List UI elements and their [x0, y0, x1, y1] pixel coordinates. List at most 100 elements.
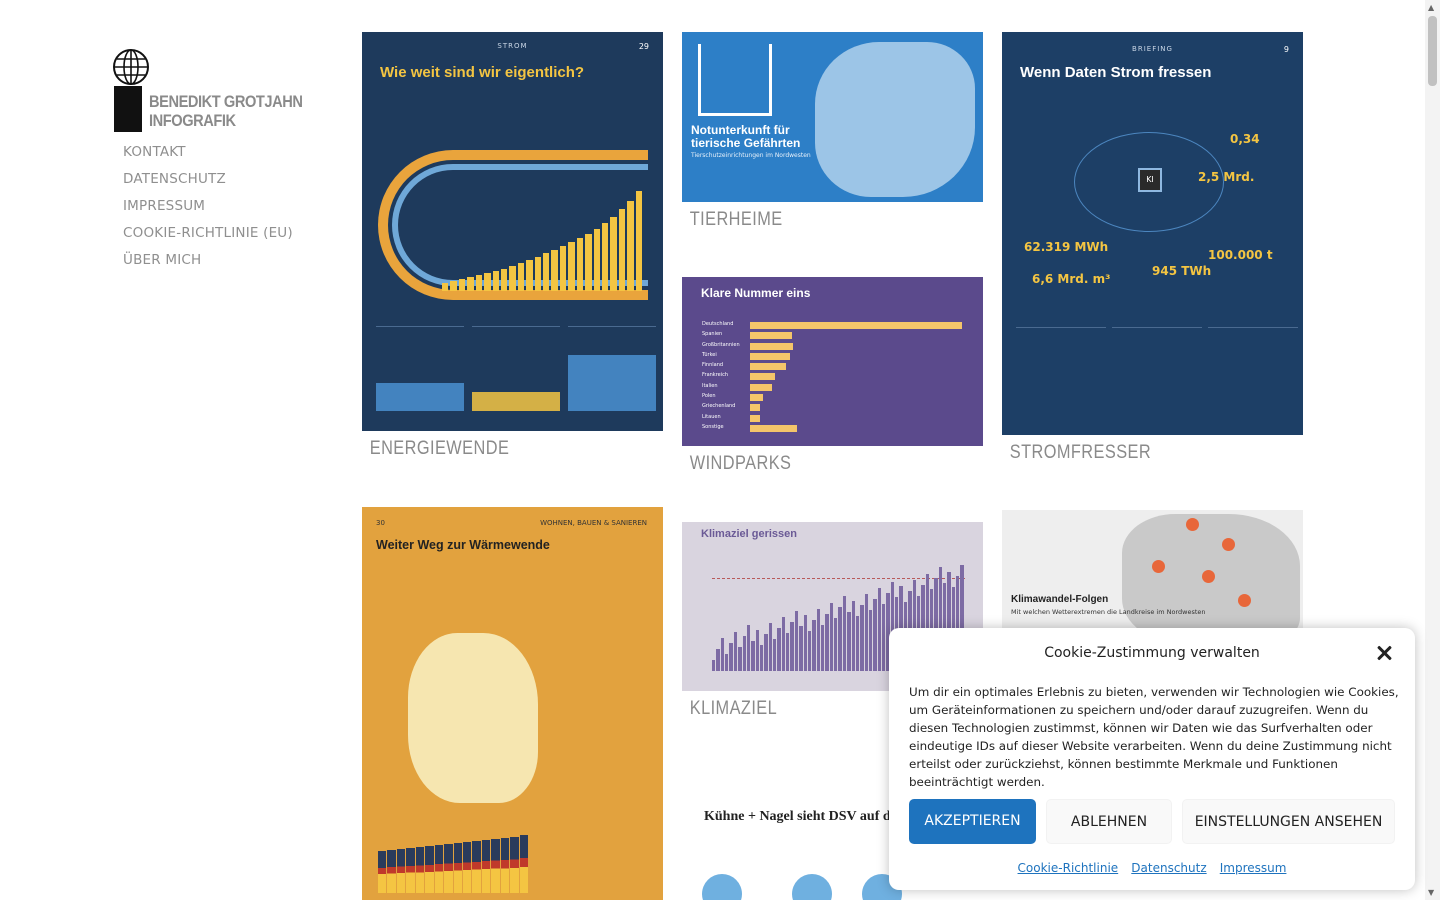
chart-bar — [877, 588, 882, 671]
chart-bar — [834, 618, 838, 671]
chart-bar — [751, 640, 755, 671]
tile-thumbnail[interactable]: Klare Nummer eins Deutschland Spanien Groß… — [682, 277, 983, 446]
chart-row: Italien — [702, 383, 964, 393]
chart-bar — [860, 605, 864, 671]
tile-thumbnail[interactable]: 30 WOHNEN, BAUEN & SANIEREN Weiter Weg z… — [362, 507, 663, 900]
scroll-up-icon[interactable]: ▲ — [1428, 3, 1434, 12]
chart-bar — [781, 617, 786, 671]
tile-caption[interactable]: TIERHEIME — [682, 209, 941, 231]
thumb-bar-chart — [378, 833, 528, 893]
thumb-bar-chart: Deutschland Spanien Großbritannien Türkei Fi… — [702, 321, 964, 434]
tile-thumbnail[interactable]: Notunterkunft für tierische Gefährten Ti… — [682, 32, 983, 202]
accept-button[interactable]: AKZEPTIEREN — [909, 799, 1036, 844]
thumb-mini-chart — [1208, 327, 1298, 423]
chart-row: Litauen — [702, 414, 964, 424]
chart-bar — [873, 599, 877, 671]
tile-caption[interactable]: ENERGIEWENDE — [362, 438, 621, 460]
chart-bar — [777, 628, 781, 671]
thumb-page-number: 30 — [376, 519, 385, 527]
nav-impressum[interactable]: IMPRESSUM — [123, 198, 293, 225]
thumb-bubble — [792, 874, 832, 900]
tile-thumbnail[interactable]: BRIEFING 9 Wenn Daten Strom fressen KI 0… — [1002, 32, 1303, 435]
logo-text-line1: BENEDIKT GROTJAHN — [149, 92, 303, 111]
cookie-consent-dialog: Cookie-Zustimmung verwalten Um dir ein o… — [889, 628, 1415, 890]
thumb-title: Klare Nummer eins — [701, 286, 811, 300]
chart-bar — [750, 363, 787, 371]
chart-row: Griechenland — [702, 403, 964, 413]
thumb-mini-chart — [1016, 327, 1106, 423]
chip-icon: KI — [1138, 168, 1162, 192]
chart-bar — [829, 602, 834, 671]
logo-text: BENEDIKT GROTJAHN INFOGRAFIK — [149, 92, 303, 130]
tile-caption[interactable]: STROMFRESSER — [1002, 442, 1261, 464]
thumb-mini-chart — [568, 326, 656, 421]
scrollbar-thumb[interactable] — [1428, 16, 1437, 86]
chart-bar — [750, 373, 776, 381]
house-icon — [698, 44, 772, 116]
link-impressum[interactable]: Impressum — [1220, 861, 1287, 875]
cookie-dialog-text: Um dir ein optimales Erlebnis zu bieten,… — [909, 685, 1399, 789]
thumb-section-label: BRIEFING — [1132, 45, 1173, 53]
link-cookie-richtlinie[interactable]: Cookie-Richtlinie — [1018, 861, 1119, 875]
thumb-stat: 62.319 MWh — [1024, 240, 1109, 254]
chart-bar — [750, 394, 764, 402]
chart-bar — [825, 613, 829, 671]
close-icon[interactable] — [1373, 642, 1395, 664]
chart-row: Frankreich — [702, 372, 964, 382]
thumb-stat: 0,34 — [1230, 132, 1260, 146]
chart-bar — [746, 625, 751, 671]
portfolio-tile-windparks[interactable]: Klare Nummer eins Deutschland Spanien Groß… — [682, 277, 983, 475]
nav-kontakt[interactable]: KONTAKT — [123, 144, 293, 171]
thumb-bar-chart — [442, 191, 643, 291]
link-datenschutz[interactable]: Datenschutz — [1131, 861, 1206, 875]
tile-thumbnail[interactable]: STROM 29 Wie weit sind wir eigentlich? — [362, 32, 663, 431]
globe-icon — [113, 49, 149, 85]
map-marker-icon — [1202, 570, 1215, 583]
scroll-down-icon[interactable]: ▼ — [1428, 888, 1434, 897]
chart-bar — [790, 621, 794, 671]
chart-bar — [712, 660, 716, 671]
thumb-mini-chart — [376, 326, 464, 421]
nav-datenschutz[interactable]: DATENSCHUTZ — [123, 171, 293, 198]
thumb-subtitle: Mit welchen Wetterextremen die Landkreis… — [1011, 608, 1206, 616]
chart-bar — [725, 653, 729, 671]
cookie-dialog-title: Cookie-Zustimmung verwalten — [1044, 645, 1260, 661]
chart-bar — [882, 603, 886, 671]
thumb-page-number: 9 — [1283, 45, 1289, 54]
chart-bar — [847, 611, 851, 671]
thumb-section-label: WOHNEN, BAUEN & SANIEREN — [540, 519, 647, 527]
thumb-title: Wenn Daten Strom fressen — [1020, 64, 1212, 81]
page-scrollbar[interactable]: ▲ ▼ — [1425, 0, 1440, 900]
chart-row-label: Sonstige — [702, 423, 724, 430]
main-nav: KONTAKT DATENSCHUTZ IMPRESSUM COOKIE-RIC… — [123, 144, 293, 279]
portfolio-tile-energiewende[interactable]: STROM 29 Wie weit sind wir eigentlich? E… — [362, 32, 663, 460]
thumb-mini-chart — [1112, 327, 1202, 423]
thumb-stat: 2,5 Mrd. — [1198, 170, 1255, 184]
chart-bar — [816, 608, 820, 671]
chart-bar — [855, 616, 860, 671]
thumb-title: Wie weit sind wir eigentlich? — [380, 64, 585, 81]
chart-bar — [842, 596, 847, 671]
cookie-dialog-links: Cookie-Richtlinie Datenschutz Impressum — [889, 857, 1415, 876]
map-marker-icon — [1222, 538, 1235, 551]
portfolio-tile-tierheime[interactable]: Notunterkunft für tierische Gefährten Ti… — [682, 32, 983, 231]
logo-bar — [114, 86, 142, 132]
site-logo[interactable]: BENEDIKT GROTJAHN INFOGRAFIK — [112, 48, 312, 134]
chart-row-label: Spanien — [702, 331, 723, 338]
chart-row: Sonstige — [702, 424, 964, 434]
view-settings-button[interactable]: EINSTELLUNGEN ANSEHEN — [1182, 799, 1395, 844]
deny-button[interactable]: ABLEHNEN — [1046, 799, 1172, 844]
thumb-mini-chart — [472, 326, 560, 421]
nav-ueber-mich[interactable]: ÜBER MICH — [123, 252, 293, 279]
portfolio-tile-waermewende[interactable]: 30 WOHNEN, BAUEN & SANIEREN Weiter Weg z… — [362, 507, 663, 900]
chart-bar — [838, 607, 842, 671]
chart-row-label: Griechenland — [702, 403, 736, 410]
chart-row-label: Deutschland — [702, 321, 734, 327]
chart-bar — [773, 639, 777, 671]
portfolio-tile-stromfresser[interactable]: BRIEFING 9 Wenn Daten Strom fressen KI 0… — [1002, 32, 1303, 464]
nav-cookie-richtlinie[interactable]: COOKIE-RICHTLINIE (EU) — [123, 225, 293, 252]
chart-bar — [720, 638, 725, 671]
chart-bar — [750, 332, 793, 340]
tile-caption[interactable]: WINDPARKS — [682, 453, 941, 475]
map-marker-icon — [1238, 594, 1251, 607]
